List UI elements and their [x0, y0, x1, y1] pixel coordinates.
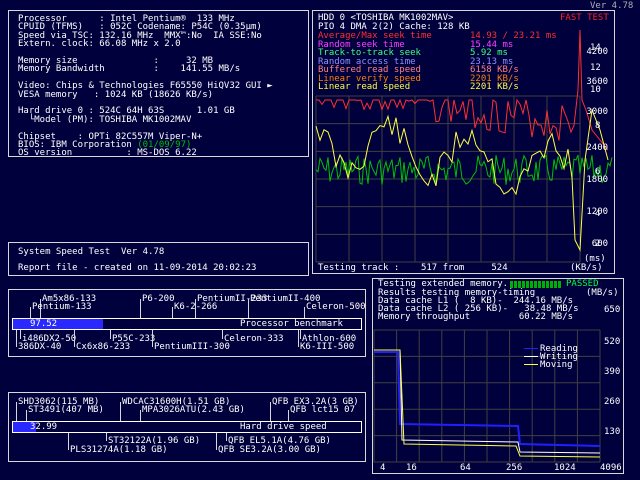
bench-top-label: P6-200	[142, 294, 175, 304]
sysinfo-line: VESA memory : 1024 KB (18626 KB/s)	[18, 89, 214, 100]
bench-bottom-label: 386DX-40	[18, 342, 62, 352]
bench-top-tick	[304, 307, 305, 318]
memory-unit: (MB/s)	[586, 288, 619, 298]
hdd-ms-tick: 10	[590, 85, 601, 95]
hdd-stat-value: 2201 KB/s	[470, 82, 519, 92]
bench-value: 97.52	[30, 319, 58, 329]
mem-y-tick: 260	[604, 397, 621, 407]
bench-top-label: MPA3026ATU(2.43 GB)	[142, 405, 245, 415]
bench-caption: Hard drive speed	[240, 422, 327, 432]
hdd-kb-unit: (KB/s)	[570, 263, 603, 273]
bench-top-tick	[288, 410, 289, 421]
bench-bottom-tick	[226, 433, 227, 441]
mem-legend-swatch	[524, 356, 538, 357]
mem-legend-swatch	[524, 364, 538, 365]
mem-legend-swatch	[524, 348, 538, 349]
sysinfo-line: └Model (PM): TOSHIBA MK1002MAV	[18, 114, 192, 125]
bench-caption: Processor benchmark	[240, 319, 343, 329]
bench-top-tick	[248, 299, 249, 318]
mem-x-tick: 1024	[554, 463, 576, 473]
hdd-kb-tick: 2400	[586, 143, 609, 153]
bench-bottom-tick	[16, 330, 17, 347]
bench-top-tick	[270, 402, 271, 421]
bench-top-tick	[26, 410, 27, 421]
mem-y-tick: 520	[604, 337, 621, 347]
hdd-kb-tick: 600	[591, 239, 609, 249]
sysinfo-line: Extern. clock: 66.08 MHz x 2.0	[18, 39, 181, 50]
hdd-testing-track: Testing track : 517 from 524	[318, 263, 508, 273]
bench-bottom-tick	[216, 433, 217, 450]
bench-value: 32.99	[30, 422, 58, 432]
mem-y-tick: 130	[604, 427, 621, 437]
bench-bottom-label: K6-III-500	[300, 342, 355, 352]
bench-bottom-tick	[68, 433, 69, 450]
bench-bottom-tick	[106, 433, 107, 441]
bench-bottom-label: Celeron-333	[224, 334, 284, 344]
bench-top-tick	[172, 307, 173, 318]
speed-test-title: System Speed Test Ver 4.78	[18, 247, 165, 257]
mem-x-tick: 16	[406, 463, 417, 473]
bench-bottom-tick	[298, 330, 299, 347]
bench-top-tick	[120, 402, 121, 421]
hdd-ms-tick: 12	[590, 63, 601, 73]
bench-top-tick	[30, 307, 31, 318]
bench-top-label: K6-2-266	[174, 302, 218, 312]
sysinfo-line: Memory Bandwidth : 141.55 MB/s	[18, 64, 241, 75]
bench-top-label: QFB lct15 07	[290, 405, 356, 415]
bench-bottom-tick	[74, 330, 75, 347]
memory-throughput-result: Memory throughput 60.22 MB/s	[378, 312, 574, 322]
mem-x-tick: 4096	[600, 463, 622, 473]
hdd-kb-tick: 3600	[586, 77, 609, 87]
bench-bottom-tick	[300, 330, 301, 339]
hdd-kb-tick: 3000	[586, 107, 609, 117]
bench-top-label: Pentium-133	[32, 302, 92, 312]
bench-top-label: ST3491(407 MB)	[28, 405, 104, 415]
bench-bottom-tick	[222, 330, 223, 339]
mem-y-tick: 390	[604, 367, 621, 377]
bench-bottom-tick	[110, 330, 111, 339]
mem-x-tick: 256	[506, 463, 523, 473]
bench-top-tick	[16, 402, 17, 421]
bench-top-tick	[140, 299, 141, 318]
hdd-kb-tick: 1200	[586, 207, 609, 217]
bench-bottom-label: PLS31274A(1.18 GB)	[70, 445, 168, 455]
mem-y-tick: 650	[604, 305, 621, 315]
bench-bottom-tick	[152, 330, 153, 347]
bench-bottom-label: Cx6x86-233	[76, 342, 131, 352]
hdd-kb-tick: 1800	[586, 175, 609, 185]
bench-bottom-label: PentiumIII-300	[154, 342, 230, 352]
bench-bottom-label: QFB SE3.2A(3.00 GB)	[218, 445, 321, 455]
hdd-kb-tick: 4200	[586, 47, 609, 57]
hdd-mode: FAST TEST	[560, 13, 609, 23]
mem-x-tick: 64	[460, 463, 471, 473]
bench-bottom-tick	[20, 330, 21, 339]
sysinfo-line: OS version : MS-DOS 6.22	[18, 148, 197, 159]
hdd-stat-label: Linear read speed	[318, 82, 432, 92]
bench-top-label: Celeron-500	[306, 302, 366, 312]
report-file-text: Report file - created on 11-09-2014 20:0…	[18, 263, 257, 273]
bench-bar-fill	[13, 319, 104, 329]
mem-legend-label: Moving	[540, 360, 573, 370]
hdd-ms-tick: 8	[595, 121, 601, 131]
mem-x-tick: 4	[380, 463, 386, 473]
bench-top-tick	[140, 410, 141, 421]
memory-progress-bar	[510, 281, 562, 288]
